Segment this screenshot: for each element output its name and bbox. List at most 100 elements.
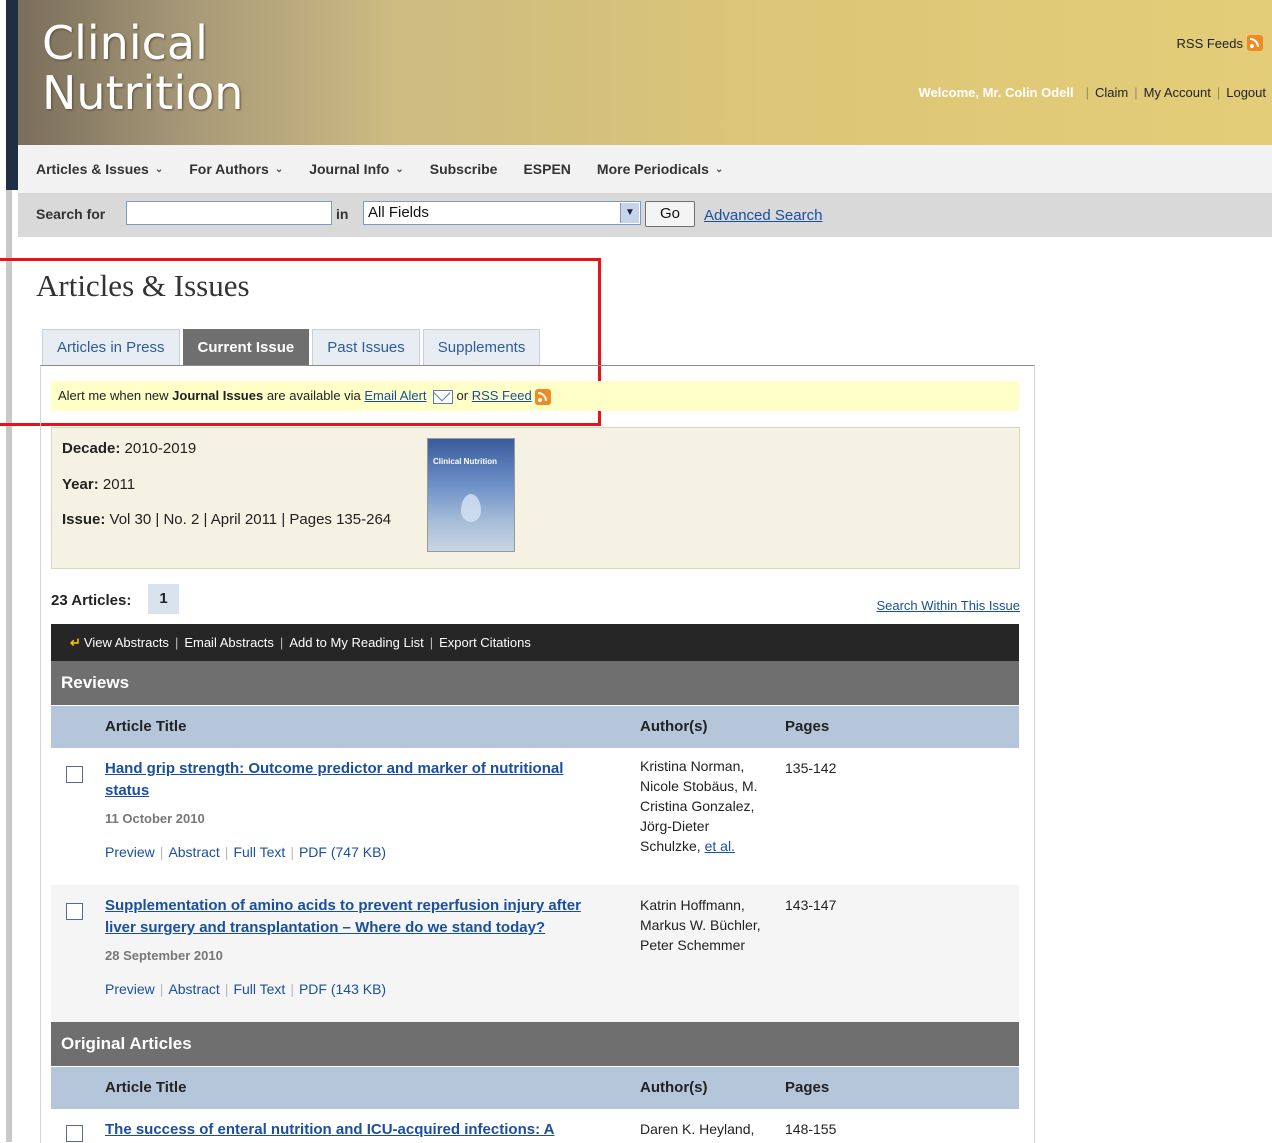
column-pages: Pages	[785, 718, 830, 735]
rss-feeds-link[interactable]: RSS Feeds	[1177, 35, 1263, 51]
nav-more-periodicals[interactable]: More Periodicals ⌄	[597, 161, 723, 177]
abstract-link[interactable]: Abstract	[168, 844, 219, 860]
author: Peter Schemmer	[640, 937, 746, 953]
nav-label: ESPEN	[523, 161, 571, 177]
divider: |	[224, 981, 229, 997]
article-pages: 143-147	[785, 897, 837, 913]
select-checkbox[interactable]	[66, 903, 83, 920]
welcome-text: Welcome, Mr. Colin Odell	[918, 85, 1074, 100]
section-header-original-articles: Original Articles	[51, 1022, 1019, 1066]
article-row: Hand grip strength: Outcome predictor an…	[51, 748, 1019, 885]
rss-feed-link[interactable]: RSS Feed	[472, 388, 532, 403]
article-toolbar: ↵ View Abstracts | Email Abstracts | Add to M…	[51, 624, 1019, 661]
nav-articles-issues[interactable]: Articles & Issues ⌄	[36, 161, 163, 177]
search-field-select[interactable]: All Fields ▼	[363, 201, 641, 225]
logout-link[interactable]: Logout	[1226, 85, 1266, 100]
search-for-label: Search for	[36, 206, 106, 222]
chevron-down-icon: ⌄	[714, 163, 724, 175]
email-alert-link[interactable]: Email Alert	[364, 388, 426, 403]
alert-prefix: Alert me when new	[58, 388, 173, 403]
nav-subscribe[interactable]: Subscribe	[430, 161, 498, 177]
author-last: Schulzke,	[640, 838, 701, 854]
logo-line-1: Clinical	[42, 16, 208, 70]
page-1-button[interactable]: 1	[148, 584, 179, 614]
divider: |	[429, 635, 434, 650]
selected-field: All Fields	[368, 204, 429, 221]
divider: |	[1085, 85, 1090, 100]
export-citations-button[interactable]: Export Citations	[439, 635, 531, 650]
article-row: The success of enteral nutrition and ICU…	[51, 1109, 1019, 1143]
article-links: Preview | Abstract | Full Text | PDF (143 KB)	[105, 981, 386, 997]
divider: |	[290, 844, 294, 860]
article-pages: 135-142	[785, 760, 837, 776]
table-header: Article Title Author(s) Pages	[51, 706, 1019, 748]
envelope-icon	[432, 389, 453, 404]
pdf-link[interactable]: PDF (747 KB)	[299, 844, 386, 860]
chevron-down-icon: ⌄	[154, 163, 164, 175]
cover-image[interactable]: Clinical Nutrition	[427, 438, 515, 552]
select-checkbox[interactable]	[66, 1125, 83, 1142]
article-date: 11 October 2010	[105, 811, 205, 826]
nav-for-authors[interactable]: For Authors ⌄	[189, 161, 283, 177]
article-title-link[interactable]: Supplementation of amino acids to preven…	[105, 895, 605, 939]
chevron-down-icon: ⌄	[395, 163, 404, 175]
my-account-link[interactable]: My Account	[1144, 85, 1211, 100]
advanced-search-link[interactable]: Advanced Search	[704, 207, 822, 224]
issue-info: Decade: 2010-2019 Year: 2011 Issue: Vol …	[51, 427, 1020, 569]
column-pages: Pages	[785, 1079, 830, 1096]
column-authors: Author(s)	[640, 718, 708, 735]
et-al-link[interactable]: et al.	[705, 838, 735, 854]
alert-middle: are available via	[263, 388, 365, 403]
nav-label: More Periodicals	[596, 161, 709, 177]
author: Kristina Norman,	[640, 758, 745, 774]
divider: |	[224, 844, 229, 860]
claim-link[interactable]: Claim	[1095, 85, 1128, 100]
rss-icon[interactable]	[535, 388, 552, 405]
author: Katrin Hoffmann,	[640, 897, 745, 913]
alert-or: or	[456, 388, 469, 403]
journal-logo[interactable]: Clinical Nutrition	[42, 18, 243, 118]
pdf-link[interactable]: PDF (143 KB)	[299, 981, 386, 997]
year-value: 2011	[102, 476, 136, 493]
nav-espen[interactable]: ESPEN	[523, 161, 570, 177]
go-button[interactable]: Go	[645, 201, 695, 227]
cover-title: Clinical Nutrition	[433, 457, 497, 466]
article-pages: 148-155	[785, 1121, 837, 1137]
column-title: Article Title	[105, 718, 187, 735]
view-abstracts-button[interactable]: View Abstracts	[84, 635, 169, 650]
alert-bold: Journal Issues	[172, 388, 264, 403]
article-row: Supplementation of amino acids to preven…	[51, 885, 1019, 1022]
year-line: Year: 2011	[62, 476, 135, 493]
divider: |	[279, 635, 284, 650]
title-line: Supplementation of amino acids to preven…	[105, 897, 581, 914]
title-line: status	[105, 782, 150, 799]
column-title: Article Title	[105, 1079, 187, 1096]
select-checkbox[interactable]	[66, 766, 83, 783]
add-reading-list-button[interactable]: Add to My Reading List	[289, 635, 423, 650]
decade-value: 2010-2019	[124, 440, 197, 457]
divider: |	[1134, 85, 1138, 100]
issue-value: Vol 30 | No. 2 | April 2011 | Pages 135-…	[109, 511, 392, 528]
abstract-link[interactable]: Abstract	[168, 981, 219, 997]
preview-link[interactable]: Preview	[105, 844, 155, 860]
author: Markus W. Büchler,	[640, 917, 761, 933]
full-text-link[interactable]: Full Text	[233, 981, 285, 997]
nav-journal-info[interactable]: Journal Info ⌄	[309, 161, 404, 177]
author: Jörg-Dieter	[640, 818, 710, 834]
article-title-link[interactable]: Hand grip strength: Outcome predictor an…	[105, 758, 605, 802]
email-abstracts-button[interactable]: Email Abstracts	[184, 635, 274, 650]
article-title-link[interactable]: The success of enteral nutrition and ICU…	[105, 1119, 605, 1141]
article-authors: Kristina Norman, Nicole Stobäus, M. Cris…	[640, 756, 770, 856]
search-input[interactable]	[126, 201, 332, 225]
issue-label: Issue:	[62, 511, 106, 528]
title-line: The success of enteral nutrition and ICU…	[105, 1121, 555, 1138]
full-text-link[interactable]: Full Text	[233, 844, 285, 860]
author: Cristina Gonzalez,	[640, 798, 755, 814]
rss-icon	[1247, 35, 1263, 51]
preview-link[interactable]: Preview	[105, 981, 155, 997]
dropdown-arrow-icon[interactable]: ▼	[620, 203, 639, 223]
divider: |	[174, 635, 179, 650]
search-within-issue-link[interactable]: Search Within This Issue	[876, 598, 1020, 613]
title-line: liver surgery and transplantation – Wher…	[105, 919, 546, 936]
drop-icon	[461, 494, 481, 522]
